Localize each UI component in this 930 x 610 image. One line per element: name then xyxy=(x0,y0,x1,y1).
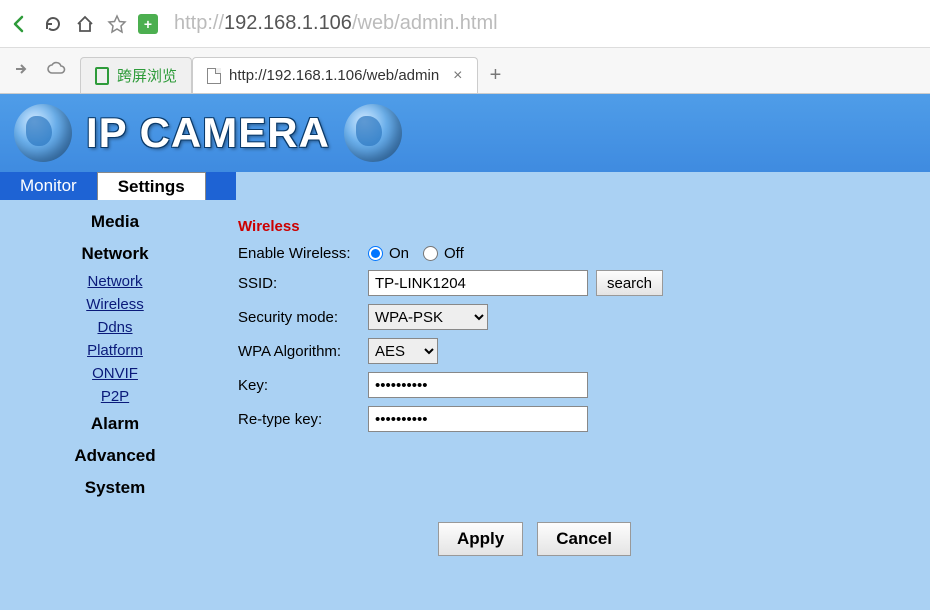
apply-button[interactable]: Apply xyxy=(438,522,523,556)
sidebar-link-p2p[interactable]: P2P xyxy=(0,385,230,408)
wpa-algorithm-select[interactable]: AES xyxy=(368,338,438,364)
page-icon xyxy=(207,68,221,84)
ssid-input[interactable] xyxy=(368,270,588,296)
sidebar-cat-media[interactable]: Media xyxy=(0,206,230,238)
tab-settings[interactable]: Settings xyxy=(97,172,206,200)
wpa-algorithm-label: WPA Algorithm: xyxy=(238,343,368,360)
browser-tab-1[interactable]: 跨屏浏览 xyxy=(80,57,192,93)
reload-button[interactable] xyxy=(42,13,64,35)
key-input[interactable] xyxy=(368,372,588,398)
key-label: Key: xyxy=(238,377,368,394)
sidebar-link-onvif[interactable]: ONVIF xyxy=(0,362,230,385)
logo-text: IP CAMERA xyxy=(86,109,330,157)
tab-label: http://192.168.1.106/web/admin xyxy=(229,67,439,84)
ssid-label: SSID: xyxy=(238,275,368,292)
sidebar-link-wireless[interactable]: Wireless xyxy=(0,293,230,316)
radio-on[interactable] xyxy=(368,246,383,261)
cancel-button[interactable]: Cancel xyxy=(537,522,631,556)
tab-strip: 跨屏浏览 http://192.168.1.106/web/admin × + xyxy=(0,48,930,94)
url-path: /web/admin.html xyxy=(352,12,498,34)
main-panel: Wireless Enable Wireless: On Off SSID: s… xyxy=(230,200,930,556)
sidebar-toggle-icon[interactable] xyxy=(14,60,32,81)
tab-monitor[interactable]: Monitor xyxy=(0,172,97,200)
globe-icon xyxy=(344,104,402,162)
cloud-icon[interactable] xyxy=(46,60,66,81)
page-body: IP CAMERA Monitor Settings Media Network… xyxy=(0,94,930,610)
security-mode-select[interactable]: WPA-PSK xyxy=(368,304,488,330)
url-bar[interactable]: http://192.168.1.106/web/admin.html xyxy=(168,12,922,35)
search-button[interactable]: search xyxy=(596,270,663,296)
security-mode-label: Security mode: xyxy=(238,309,368,326)
top-nav: Monitor Settings xyxy=(0,172,930,200)
sidebar-link-platform[interactable]: Platform xyxy=(0,339,230,362)
section-title: Wireless xyxy=(238,218,930,235)
globe-icon xyxy=(14,104,72,162)
sidebar-cat-network[interactable]: Network xyxy=(0,238,230,270)
url-prefix: http:// xyxy=(174,12,224,34)
bookmark-star-icon[interactable] xyxy=(106,13,128,35)
sidebar-cat-system[interactable]: System xyxy=(0,472,230,504)
tab-spacer xyxy=(206,172,236,200)
radio-on-wrap[interactable]: On xyxy=(368,245,409,262)
retype-key-label: Re-type key: xyxy=(238,411,368,428)
sidebar-link-ddns[interactable]: Ddns xyxy=(0,316,230,339)
radio-on-label: On xyxy=(389,245,409,262)
shield-icon[interactable] xyxy=(138,14,158,34)
new-tab-button[interactable]: + xyxy=(478,57,514,93)
sidebar-cat-alarm[interactable]: Alarm xyxy=(0,408,230,440)
enable-wireless-label: Enable Wireless: xyxy=(238,245,368,262)
sidebar-link-network[interactable]: Network xyxy=(0,270,230,293)
sidebar: Media Network Network Wireless Ddns Plat… xyxy=(0,200,230,556)
radio-off[interactable] xyxy=(423,246,438,261)
retype-key-input[interactable] xyxy=(368,406,588,432)
radio-off-wrap[interactable]: Off xyxy=(423,245,464,262)
tab-label: 跨屏浏览 xyxy=(117,65,177,86)
header-banner: IP CAMERA xyxy=(0,94,930,172)
radio-off-label: Off xyxy=(444,245,464,262)
home-button[interactable] xyxy=(74,13,96,35)
close-tab-icon[interactable]: × xyxy=(453,67,462,85)
browser-toolbar: http://192.168.1.106/web/admin.html xyxy=(0,0,930,48)
mobile-icon xyxy=(95,67,109,85)
url-host: 192.168.1.106 xyxy=(224,12,352,34)
back-button[interactable] xyxy=(8,12,32,36)
sidebar-cat-advanced[interactable]: Advanced xyxy=(0,440,230,472)
browser-tab-2[interactable]: http://192.168.1.106/web/admin × xyxy=(192,57,478,93)
